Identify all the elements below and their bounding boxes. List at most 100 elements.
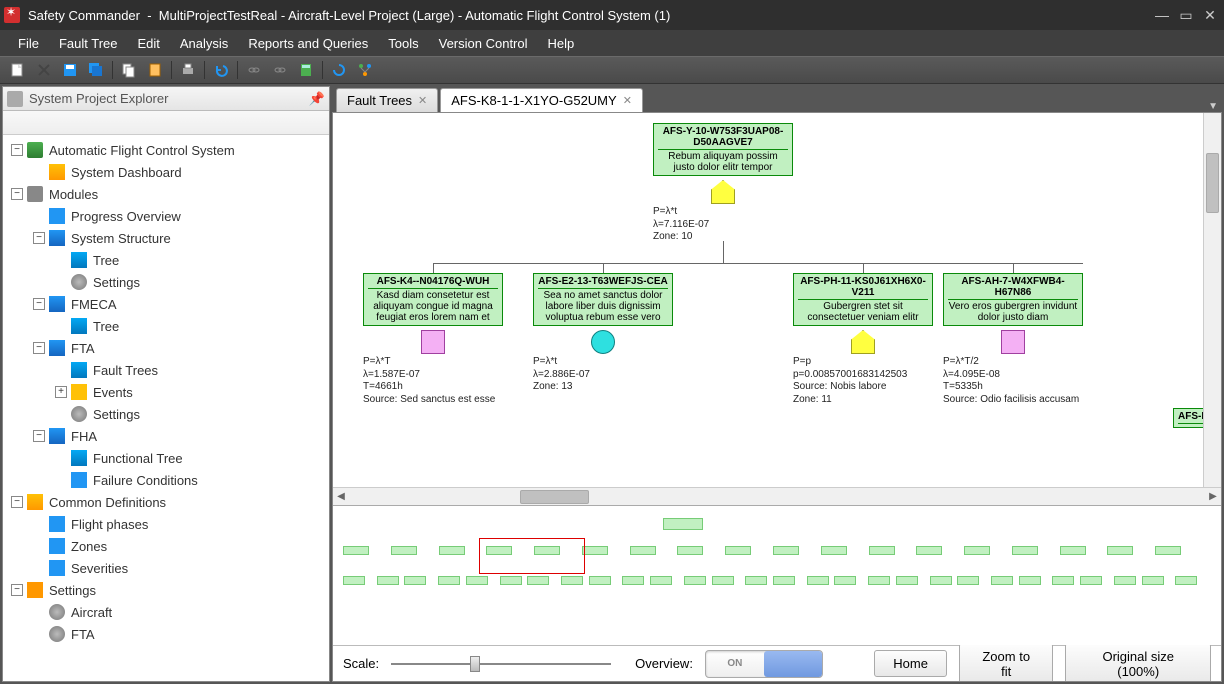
menu-item-analysis[interactable]: Analysis	[170, 36, 238, 51]
tree-item[interactable]: System Dashboard	[5, 161, 327, 183]
tree-item[interactable]: − FTA	[5, 337, 327, 359]
tree-item[interactable]: Tree	[5, 315, 327, 337]
zoom-to-fit-button[interactable]: Zoom to fit	[959, 643, 1053, 683]
copy-icon[interactable]	[117, 59, 141, 81]
link2-icon[interactable]	[268, 59, 292, 81]
tree-icon	[71, 252, 87, 268]
tree-item[interactable]: − FHA	[5, 425, 327, 447]
scale-slider[interactable]	[391, 663, 611, 665]
menu-item-help[interactable]: Help	[538, 36, 585, 51]
tree-toggle[interactable]: −	[33, 430, 45, 442]
tree-item-label: Common Definitions	[49, 495, 166, 510]
overview-mini-node	[773, 576, 795, 585]
ft-node[interactable]: AFS-K4--N04176Q-WUHKasd diam consetetur …	[363, 273, 503, 406]
tree-item-label: Modules	[49, 187, 98, 202]
tree-item[interactable]: − Settings	[5, 579, 327, 601]
tree-item[interactable]: Failure Conditions	[5, 469, 327, 491]
ft-node[interactable]: AFS-PH-11-KS0J61XH6X0-V211Gubergren stet…	[793, 273, 933, 406]
paste-icon[interactable]	[143, 59, 167, 81]
scale-slider-thumb[interactable]	[470, 656, 480, 672]
scroll-right-icon[interactable]: ▶	[1205, 489, 1221, 505]
tree-toggle[interactable]: −	[11, 188, 23, 200]
menu-item-version-control[interactable]: Version Control	[429, 36, 538, 51]
home-button[interactable]: Home	[874, 650, 947, 677]
tree-item-label: FHA	[71, 429, 97, 444]
tree-item-label: Settings	[49, 583, 96, 598]
close-icon[interactable]: ✕	[623, 94, 632, 107]
menu-item-edit[interactable]: Edit	[127, 36, 169, 51]
tree-item[interactable]: Functional Tree	[5, 447, 327, 469]
delete-icon[interactable]	[32, 59, 56, 81]
save-icon[interactable]	[58, 59, 82, 81]
menu-item-file[interactable]: File	[8, 36, 49, 51]
tree-item[interactable]: Progress Overview	[5, 205, 327, 227]
ft-node-params: P=λ*tλ=2.886E-07Zone: 13	[533, 356, 673, 394]
tree-item[interactable]: − Modules	[5, 183, 327, 205]
tree-item[interactable]: Severities	[5, 557, 327, 579]
close-icon[interactable]: ✕	[418, 94, 427, 107]
vertical-scrollbar[interactable]	[1203, 113, 1221, 487]
gears-icon	[27, 186, 43, 202]
tree-toggle[interactable]: −	[33, 232, 45, 244]
original-size-button[interactable]: Original size (100%)	[1065, 643, 1211, 683]
undo-icon[interactable]	[209, 59, 233, 81]
tree-item[interactable]: Fault Trees	[5, 359, 327, 381]
calc-icon[interactable]	[294, 59, 318, 81]
explorer-filter[interactable]	[3, 111, 329, 135]
tree-item-label: Flight phases	[71, 517, 148, 532]
overview-mini-node	[745, 576, 767, 585]
tree-item[interactable]: Aircraft	[5, 601, 327, 623]
tree-item[interactable]: − Common Definitions	[5, 491, 327, 513]
overview-mini-node	[650, 576, 672, 585]
scroll-left-icon[interactable]: ◀	[333, 489, 349, 505]
tree-item[interactable]: −FMECA	[5, 293, 327, 315]
tree-item[interactable]: FTA	[5, 623, 327, 645]
tab[interactable]: Fault Trees✕	[336, 88, 438, 112]
overview-toggle[interactable]: ON	[705, 650, 823, 678]
tree-item-label: Progress Overview	[71, 209, 181, 224]
window-title: Safety Commander - MultiProjectTestReal …	[28, 8, 1152, 23]
menu-item-fault-tree[interactable]: Fault Tree	[49, 36, 128, 51]
ft-node[interactable]: AFS-E2-13-T63WEFJS-CEASea no amet sanctu…	[533, 273, 673, 394]
new-icon[interactable]	[6, 59, 30, 81]
link1-icon[interactable]	[242, 59, 266, 81]
tree-item[interactable]: Zones	[5, 535, 327, 557]
print-icon[interactable]	[176, 59, 200, 81]
overview-viewport[interactable]	[479, 538, 585, 574]
tree-toggle[interactable]: −	[33, 298, 45, 310]
explorer-tree[interactable]: −Automatic Flight Control SystemSystem D…	[3, 135, 329, 681]
horizontal-scrollbar[interactable]: ◀ ▶	[333, 487, 1221, 505]
tree-item[interactable]: Tree	[5, 249, 327, 271]
tree-item[interactable]: −Automatic Flight Control System	[5, 139, 327, 161]
tree-toggle[interactable]: +	[55, 386, 67, 398]
tree-item[interactable]: Flight phases	[5, 513, 327, 535]
pin-icon[interactable]: 📌	[309, 91, 325, 107]
ft-node[interactable]: AFS-Y-10-W753F3UAP08-D50AAGVE7Rebum aliq…	[653, 123, 793, 244]
tree-item[interactable]: +Events	[5, 381, 327, 403]
minimize-button[interactable]: —	[1152, 5, 1172, 25]
save-all-icon[interactable]	[84, 59, 108, 81]
ft-node[interactable]: AFS-AH-7-W4XFWB4-H67N86Vero eros gubergr…	[943, 273, 1083, 406]
table-icon	[49, 208, 65, 224]
tree-item[interactable]: −System Structure	[5, 227, 327, 249]
tree-toggle[interactable]: −	[11, 496, 23, 508]
tree-toggle[interactable]: −	[11, 584, 23, 596]
tab[interactable]: AFS-K8-1-1-X1YO-G52UMY✕	[440, 88, 643, 112]
tree-item[interactable]: Settings	[5, 403, 327, 425]
overview-panel[interactable]	[333, 505, 1221, 645]
tab-dropdown-icon[interactable]: ▼	[1208, 101, 1218, 112]
ft-node-id: AFS-Y-10-W753F3UAP08-D50AAGVE7	[658, 126, 788, 150]
overview-mini-node	[404, 576, 426, 585]
tree-item[interactable]: Settings	[5, 271, 327, 293]
branch-icon[interactable]	[353, 59, 377, 81]
tree-toggle[interactable]: −	[33, 342, 45, 354]
menu-item-reports-and-queries[interactable]: Reports and Queries	[238, 36, 378, 51]
tree-item-label: FTA	[71, 341, 95, 356]
close-button[interactable]: ✕	[1200, 5, 1220, 25]
menu-item-tools[interactable]: Tools	[378, 36, 428, 51]
explorer-filter-input[interactable]	[3, 111, 329, 134]
fault-tree-canvas[interactable]: AFS-Y-10-W753F3UAP08-D50AAGVE7Rebum aliq…	[333, 113, 1221, 505]
maximize-button[interactable]: ▭	[1176, 5, 1196, 25]
tree-toggle[interactable]: −	[11, 144, 23, 156]
refresh-icon[interactable]	[327, 59, 351, 81]
